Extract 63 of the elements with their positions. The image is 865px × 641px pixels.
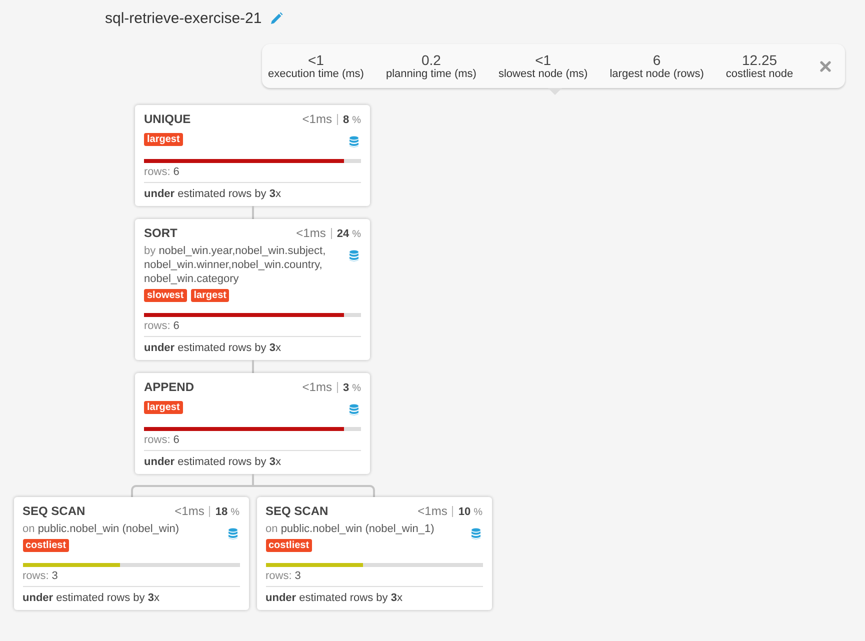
rows-value: 6 [173,320,180,332]
panel-pointer [548,88,562,95]
node-detail: by nobel_win.year,nobel_win.subject, nobel_win.winner,nobel_win.country, nobel_win.category [144,244,327,286]
rows-label: rows: [144,320,170,332]
node-time: <1ms [302,112,332,126]
node-title: SEQ SCAN [266,504,330,518]
node-tag: costliest [22,539,70,552]
node-percent: 18 [215,506,228,518]
node-tag: costliest [266,539,312,552]
estimate-text: under estimated rows by 3x [266,592,402,604]
node-title: SEQ SCAN [22,504,86,518]
node-time: <1ms [174,504,204,518]
rows-label: rows: [144,166,170,178]
percent-sign: % [352,383,361,394]
stat-value: 6 [652,52,661,68]
node-tag: largest [144,401,183,414]
database-icon [349,250,359,262]
node-detail: on public.nobel_win (nobel_win) [22,522,180,536]
database-icon [228,528,238,540]
page-title: sql-retrieve-exercise-21 [105,10,262,26]
stat-label: slowest node (ms) [498,68,588,80]
node-time: <1ms [296,226,326,240]
pencil-icon[interactable] [270,12,283,24]
percent-sign: % [352,115,361,126]
stat-value: <1 [535,52,552,68]
node-title: APPEND [144,380,196,394]
rows-label: rows: [22,570,49,582]
database-icon [349,404,359,416]
node-percent: 24 [336,228,350,240]
node-title: SORT [144,226,178,240]
database-icon [470,528,480,540]
percent-sign: % [474,507,482,518]
stat-value: 0.2 [421,52,441,68]
stat-label: planning time (ms) [386,68,476,80]
rows-value: 6 [173,166,180,178]
node-tag: slowest [144,289,187,302]
estimate-text: under estimated rows by 3x [144,456,281,468]
node-time: <1ms [302,380,332,394]
node-percent: 3 [342,382,350,394]
rows-value: 3 [52,570,58,582]
database-icon [349,136,359,148]
stat-label: execution time (ms) [268,68,364,80]
percent-sign: % [352,229,361,240]
estimate-text: under estimated rows by 3x [144,188,281,200]
estimate-text: under estimated rows by 3x [144,342,281,354]
stat-value: <1 [308,52,324,68]
node-percent: 8 [342,114,350,126]
close-icon[interactable] [820,60,831,72]
rows-value: 6 [173,434,180,446]
node-detail: on public.nobel_win (nobel_win_1) [266,522,436,536]
node-percent: 10 [458,506,471,518]
rows-label: rows: [144,434,170,446]
percent-sign: % [230,507,240,518]
rows-label: rows: [266,570,292,582]
node-tag: largest [144,133,183,146]
estimate-text: under estimated rows by 3x [22,592,160,604]
rows-value: 3 [294,570,301,582]
node-title: UNIQUE [144,112,192,126]
stat-value: 12.25 [742,52,778,68]
node-time: <1ms [418,504,448,518]
stat-label: costliest node [726,68,794,80]
node-tag: largest [190,289,230,302]
stat-label: largest node (rows) [610,68,704,80]
